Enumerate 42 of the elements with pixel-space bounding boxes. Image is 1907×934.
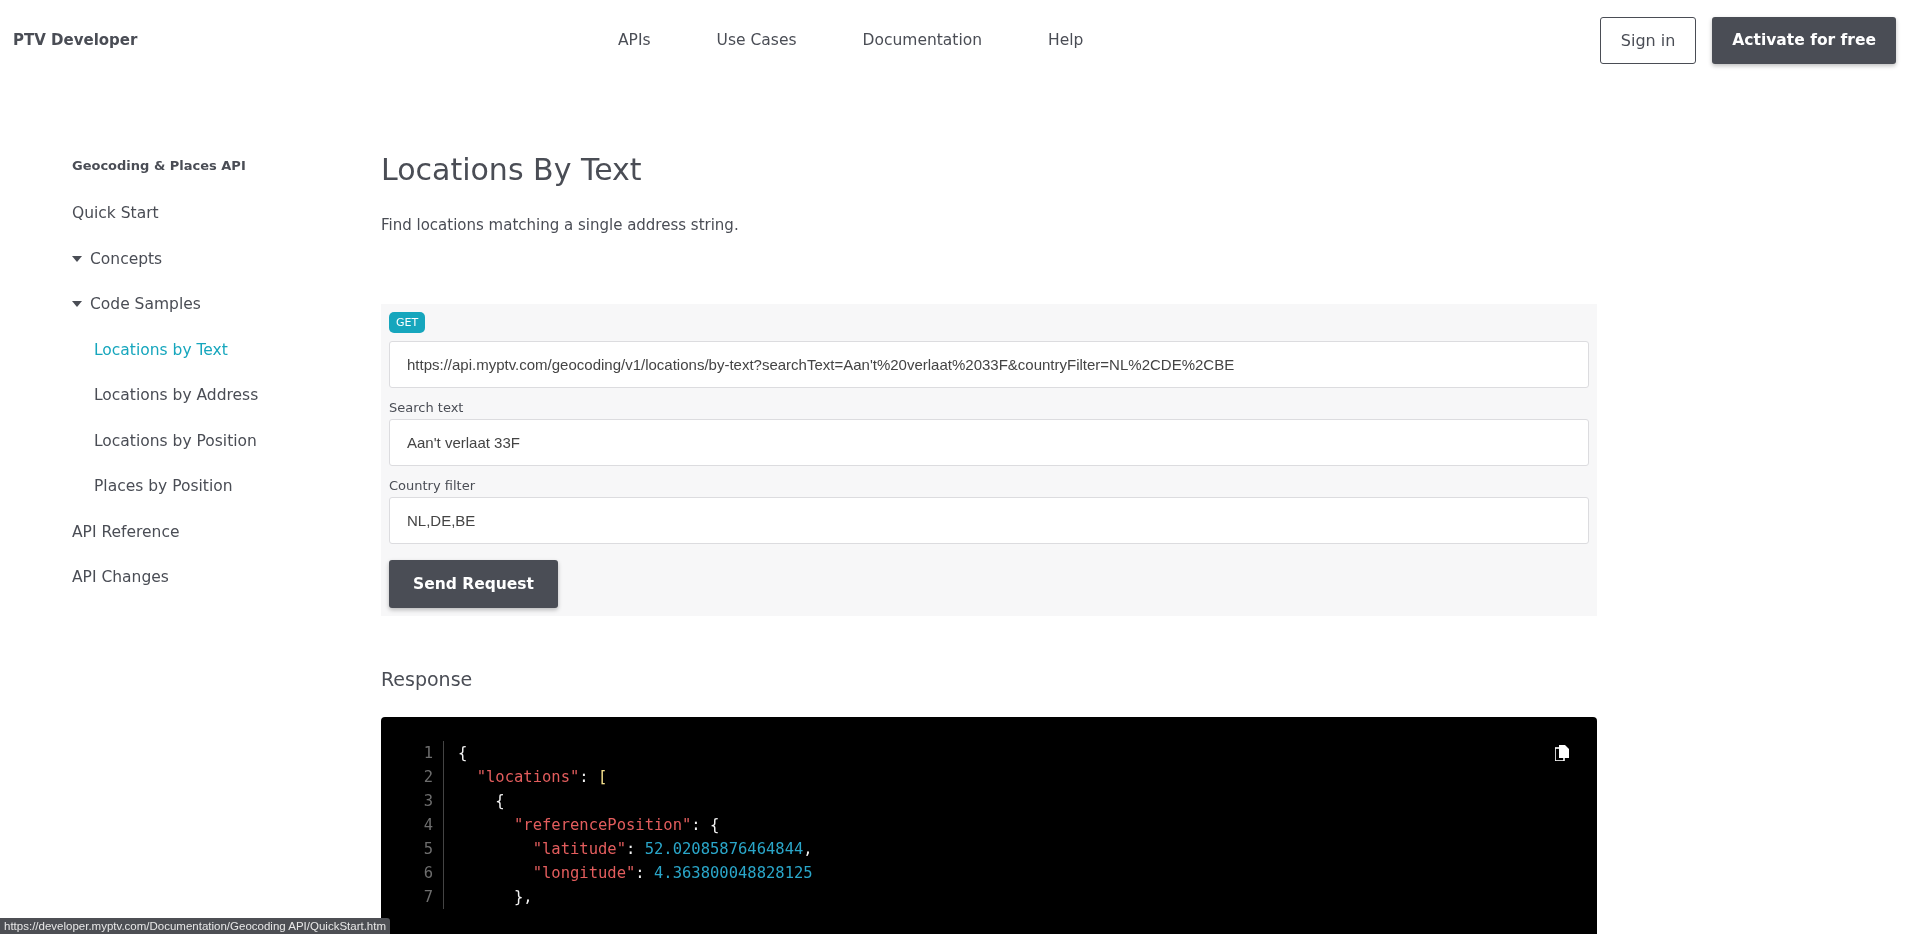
sidebar-item[interactable]: API Reference — [72, 522, 381, 568]
nav-link[interactable]: Help — [1048, 31, 1084, 49]
line-number: 2 — [405, 765, 444, 789]
nav-link[interactable]: Use Cases — [716, 31, 797, 49]
sign-in-button[interactable]: Sign in — [1599, 16, 1697, 64]
line-number: 3 — [405, 789, 444, 813]
sidebar-title: Geocoding & Places API — [72, 158, 247, 175]
code-line: }, — [513, 888, 533, 906]
input-field[interactable]: NL,DE,BE — [389, 497, 1589, 544]
field-label: Country filter — [389, 478, 476, 493]
sidebar-item[interactable]: Concepts — [72, 249, 381, 295]
code-line: "longitude": 4.363800048828125 — [531, 864, 813, 882]
sidebar-item[interactable]: API Changes — [72, 568, 381, 614]
nav-link[interactable]: Documentation — [862, 31, 982, 49]
line-number: 4 — [405, 813, 444, 837]
code-line: { — [494, 792, 505, 810]
code-line: "locations": [ — [475, 768, 608, 786]
sidebar-item[interactable]: Places by Position — [72, 477, 381, 523]
sidebar-item[interactable]: Code Samples — [72, 295, 381, 341]
url-field[interactable]: https://api.myptv.com/geocoding/v1/locations/by-text?searchText=Aan't%20verlaat%2033F&countryFilter=NL%2CDE%2CBE — [389, 341, 1589, 388]
code-line: "latitude": 52.02085876464844, — [531, 840, 813, 858]
activate-button[interactable]: Activate for free — [1712, 16, 1896, 64]
copy-icon[interactable] — [1555, 745, 1569, 761]
sidebar-item[interactable]: Locations by Address — [72, 386, 381, 432]
field-label: Search text — [389, 400, 464, 415]
status-url: https://developer.myptv.com/Documentation/Geocoding API/QuickStart.htm — [0, 918, 391, 934]
line-number: 6 — [405, 861, 444, 885]
page-description: Find locations matching a single address string. — [381, 216, 740, 234]
sidebar-item[interactable]: Quick Start — [72, 204, 381, 250]
method-badge: GET — [389, 312, 426, 333]
response-heading: Response — [381, 668, 474, 690]
code-line: "referencePosition": { — [513, 816, 720, 834]
page-title: Locations By Text — [381, 152, 643, 187]
code-line: { — [457, 744, 468, 762]
site-logo[interactable]: PTV Developer — [13, 31, 613, 49]
input-field[interactable]: Aan't verlaat 33F — [389, 419, 1589, 466]
send-request-button[interactable]: Send Request — [389, 560, 558, 608]
nav-link[interactable]: APIs — [618, 31, 651, 49]
line-number: 7 — [405, 885, 444, 909]
sidebar-item[interactable]: Locations by Position — [72, 431, 381, 477]
line-number: 1 — [405, 741, 444, 765]
line-number: 5 — [405, 837, 444, 861]
